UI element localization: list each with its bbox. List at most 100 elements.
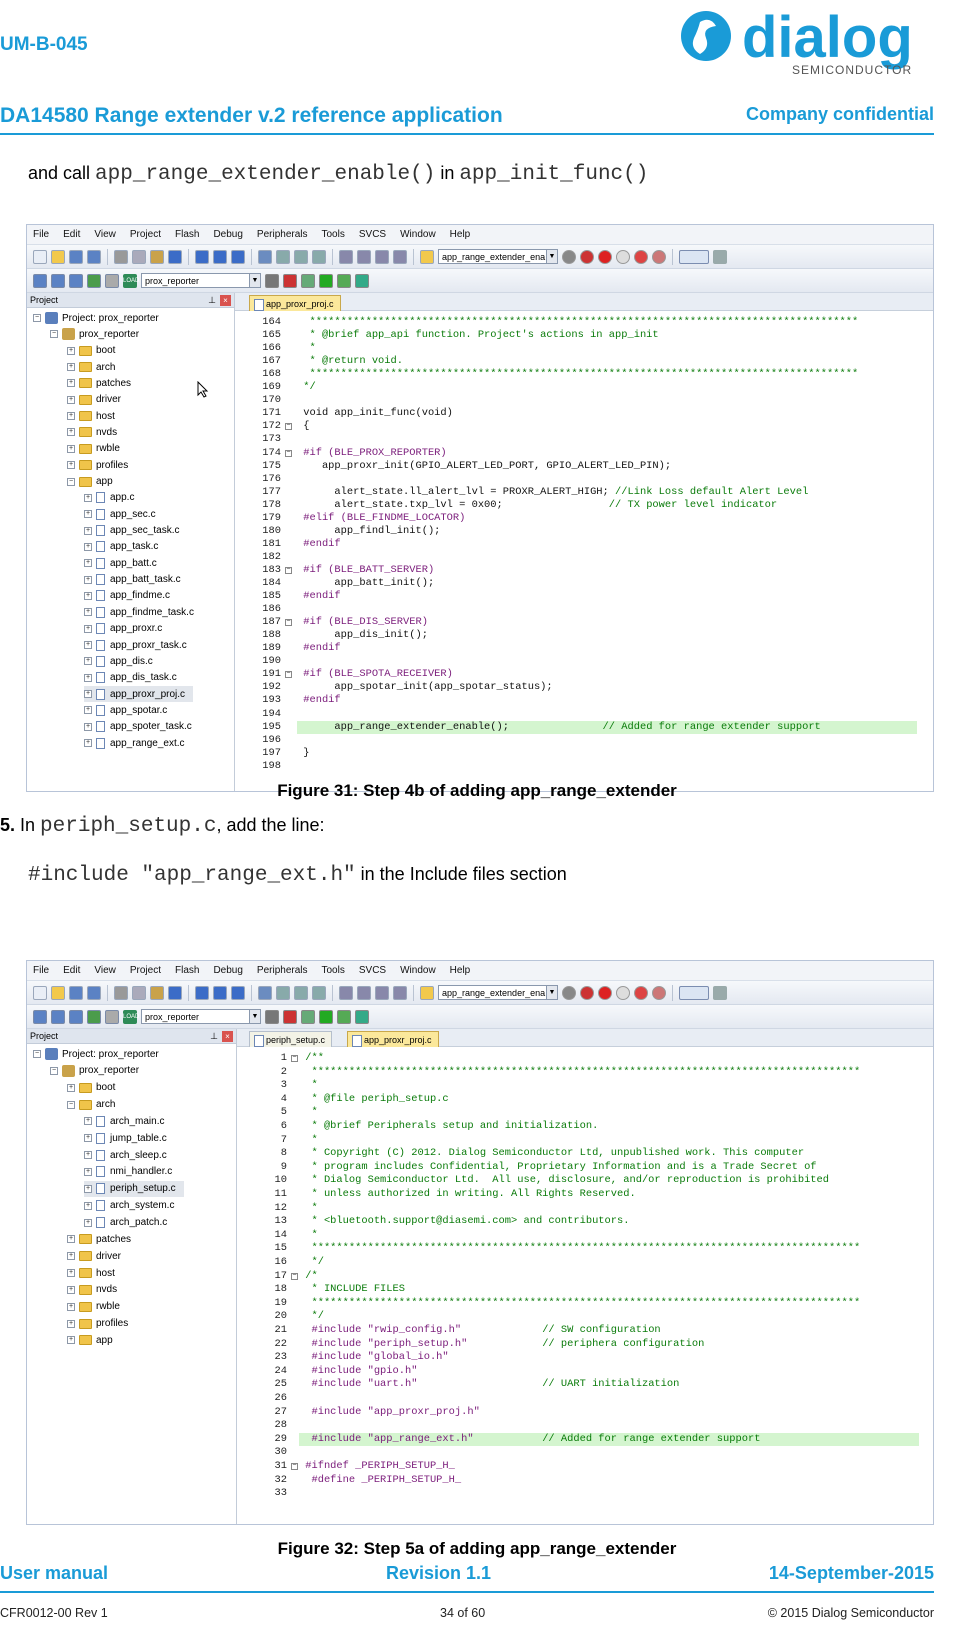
tree-item[interactable]: + rwble	[67, 441, 120, 457]
tree-item[interactable]: + app_proxr_proj.c	[84, 686, 194, 703]
build-tool-icon[interactable]	[51, 273, 65, 288]
toolbar-tool-icon[interactable]	[562, 249, 576, 264]
tree-item[interactable]: − prox_reporter	[50, 1063, 139, 1079]
toolbar-tool-icon[interactable]	[69, 985, 83, 1000]
menu-project[interactable]: Project	[130, 965, 161, 976]
expand-icon[interactable]: +	[67, 444, 75, 453]
menu-view[interactable]: View	[94, 229, 116, 240]
expand-icon[interactable]: +	[67, 1252, 75, 1261]
menu-tools[interactable]: Tools	[322, 965, 345, 976]
expand-icon[interactable]: +	[67, 1319, 75, 1328]
toolbar-tool-icon[interactable]	[337, 273, 351, 288]
menu-help[interactable]: Help	[450, 229, 471, 240]
toolbar-tool-icon[interactable]	[357, 249, 371, 264]
tree-item[interactable]: + arch_main.c	[84, 1113, 164, 1129]
toolbar-tool-icon[interactable]	[213, 249, 227, 264]
menu-view[interactable]: View	[94, 965, 116, 976]
expand-icon[interactable]: +	[84, 591, 92, 600]
menu-window[interactable]: Window	[400, 229, 436, 240]
toolbar-tool-icon[interactable]	[33, 985, 47, 1000]
toolbar-tool-icon[interactable]	[294, 249, 308, 264]
tab-app-proxr-proj[interactable]: app_proxr_proj.c	[249, 295, 341, 311]
chevron-down-icon[interactable]: ▼	[249, 1010, 260, 1023]
expand-icon[interactable]: +	[84, 739, 92, 748]
tree-item[interactable]: + boot	[67, 1080, 115, 1096]
toolbar-tool-icon[interactable]	[420, 985, 434, 1000]
wrench-icon[interactable]	[713, 249, 727, 264]
toolbar-tool-icon[interactable]	[213, 985, 227, 1000]
tree-item[interactable]: + app_proxr_task.c	[84, 637, 187, 653]
menu-help[interactable]: Help	[450, 965, 471, 976]
close-icon[interactable]: ×	[220, 295, 231, 306]
fold-toggle-icon[interactable]: −	[285, 423, 292, 431]
tree-item[interactable]: + boot	[67, 343, 115, 359]
fold-toggle-icon[interactable]: −	[291, 1055, 298, 1062]
toolbar-tool-icon[interactable]	[283, 1009, 297, 1024]
toolbar-tool-icon[interactable]	[652, 985, 666, 1000]
toolbar-tool-icon[interactable]	[339, 985, 353, 1000]
collapse-icon[interactable]: −	[50, 1066, 58, 1075]
build-tool-icon[interactable]	[69, 1009, 83, 1024]
chevron-down-icon[interactable]: ▼	[546, 250, 557, 263]
toolbar-tool-icon[interactable]	[87, 249, 101, 264]
tree-item[interactable]: + app_findme_task.c	[84, 604, 194, 620]
build-tool-icon[interactable]	[87, 1009, 101, 1024]
toolbar-tool-icon[interactable]	[132, 249, 146, 264]
menu-debug[interactable]: Debug	[213, 965, 242, 976]
tree-item[interactable]: + app_sec.c	[84, 506, 156, 522]
toolbar-tool-icon[interactable]	[312, 249, 326, 264]
collapse-icon[interactable]: −	[33, 1050, 41, 1058]
build-tool-icon[interactable]	[33, 1009, 47, 1024]
toolbar-tool-icon[interactable]	[580, 985, 594, 1000]
tree-item[interactable]: + app_dis_task.c	[84, 670, 177, 686]
build-tool-icon[interactable]	[69, 273, 83, 288]
collapse-icon[interactable]: −	[33, 314, 41, 322]
toolbar-tool-icon[interactable]	[231, 985, 245, 1000]
expand-icon[interactable]: +	[84, 624, 92, 633]
tab-app-proxr-proj[interactable]: app_proxr_proj.c	[347, 1031, 439, 1047]
menu-project[interactable]: Project	[130, 229, 161, 240]
toolbar-tool-icon[interactable]	[319, 273, 333, 288]
toolbar-tool-icon[interactable]	[283, 273, 297, 288]
wrench-icon[interactable]	[713, 985, 727, 1000]
tree-item[interactable]: + periph_setup.c	[84, 1180, 184, 1197]
toolbar-tool-icon[interactable]	[319, 1009, 333, 1024]
toolbar-tool-icon[interactable]	[580, 249, 594, 264]
menu-file[interactable]: File	[33, 965, 49, 976]
expand-icon[interactable]: +	[67, 395, 75, 404]
expand-icon[interactable]: +	[84, 510, 92, 519]
tree-item[interactable]: + nvds	[67, 424, 117, 440]
tree-item[interactable]: + host	[67, 1265, 115, 1281]
tree-item[interactable]: + app_batt.c	[84, 555, 157, 571]
toolbar-tool-icon[interactable]	[265, 1009, 279, 1024]
expand-icon[interactable]: +	[84, 1134, 92, 1143]
toolbar-tool-icon[interactable]	[33, 249, 47, 264]
expand-icon[interactable]: +	[84, 542, 92, 551]
tree-item[interactable]: + profiles	[67, 457, 128, 473]
toolbar-tool-icon[interactable]	[294, 985, 308, 1000]
toolbar-tool-icon[interactable]	[652, 249, 666, 264]
fold-toggle-icon[interactable]: −	[291, 1272, 298, 1280]
toolbar-tool-icon[interactable]	[355, 273, 369, 288]
window-layout-icon[interactable]	[679, 985, 709, 1000]
expand-icon[interactable]: +	[84, 608, 92, 617]
close-icon[interactable]: ×	[222, 1031, 233, 1042]
expand-icon[interactable]: +	[84, 722, 92, 731]
tab-periph-setup[interactable]: periph_setup.c	[249, 1031, 333, 1047]
tree-item[interactable]: + jump_table.c	[84, 1130, 167, 1146]
toolbar-tool-icon[interactable]	[258, 985, 272, 1000]
menu-svcs[interactable]: SVCS	[359, 229, 386, 240]
toolbar-tool-icon[interactable]	[301, 273, 315, 288]
toolbar-tool-icon[interactable]	[375, 985, 389, 1000]
expand-icon[interactable]: +	[84, 493, 92, 502]
tree-item[interactable]: + app_sec_task.c	[84, 523, 180, 539]
expand-icon[interactable]: +	[84, 526, 92, 535]
toolbar-tool-icon[interactable]	[69, 249, 83, 264]
expand-icon[interactable]: +	[84, 1167, 92, 1176]
tree-item[interactable]: + app_spoter_task.c	[84, 719, 192, 735]
expand-icon[interactable]: +	[84, 641, 92, 649]
toolbar-tool-icon[interactable]	[312, 985, 326, 1000]
toolbar-tool-icon[interactable]	[634, 985, 648, 1000]
chevron-down-icon[interactable]: ▼	[249, 274, 260, 287]
tree-item[interactable]: + arch_sleep.c	[84, 1147, 167, 1163]
